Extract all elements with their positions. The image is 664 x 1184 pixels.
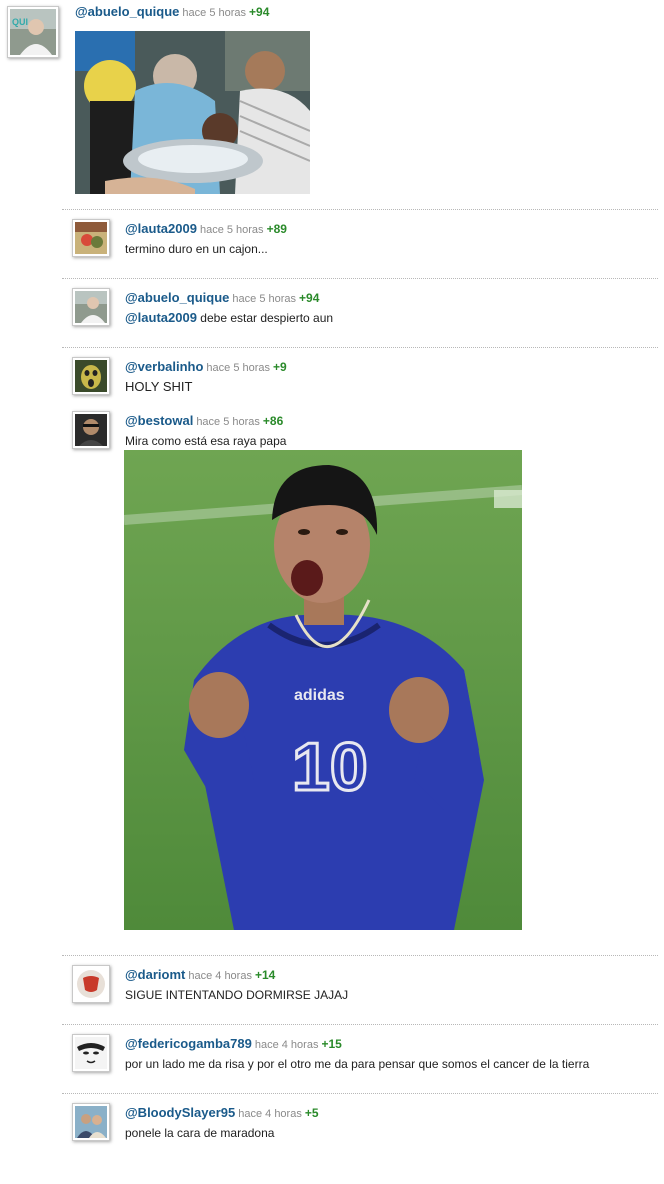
timestamp: hace 5 horas [232,293,297,305]
comment-text: debe estar despierto aun [200,311,334,325]
jersey-number-text: 10 [292,729,368,805]
score-badge: +89 [266,222,287,236]
comment-text: por un lado me da risa y por el otro me … [125,1057,590,1071]
divider [62,955,658,956]
mask-face-avatar-icon [75,1037,107,1069]
avatar[interactable] [72,288,110,326]
man-avatar-icon [75,414,107,446]
comment-header: @BloodySlayer95 hace 4 horas +5 [125,1105,319,1122]
username-link[interactable]: @lauta2009 [125,221,197,236]
comment-text: SIGUE INTENTANDO DORMIRSE JAJAJ [125,988,349,1002]
divider [62,1093,658,1094]
screaming-face-avatar-icon [75,360,107,392]
score-badge: +94 [299,291,320,305]
username-link[interactable]: @abuelo_quique [75,4,179,19]
score-badge: +94 [249,5,270,19]
avatar[interactable]: QUI [7,6,59,58]
timestamp: hace 4 horas [188,970,252,982]
comment-header: @lauta2009 hace 5 horas +89 [125,221,287,238]
couple-avatar-icon [75,1106,107,1138]
score-badge: +9 [273,360,287,374]
comment-text: termino duro en un cajon... [125,242,268,256]
mention-link[interactable]: @lauta2009 [125,310,197,325]
avatar[interactable] [72,1103,110,1141]
comment-text: HOLY SHIT [125,379,193,394]
divider [62,347,658,348]
jersey-brand-text: adidas [294,687,345,704]
timestamp: hace 5 horas [206,362,271,374]
avatar[interactable] [72,411,110,449]
timestamp: hace 4 horas [254,1039,319,1051]
divider [62,209,658,210]
score-badge: +5 [304,1106,319,1120]
avatar[interactable] [72,1034,110,1072]
timestamp: hace 4 horas [238,1108,302,1120]
comment-header: @abuelo_quique hace 5 horas +94 [125,290,319,307]
divider [62,278,658,279]
divider [62,1024,658,1025]
comment-text: ponele la cara de maradona [125,1126,275,1140]
comment-header: @dariomt hace 4 horas +14 [125,967,275,984]
attached-image[interactable] [75,31,310,194]
avatar[interactable] [72,965,110,1003]
score-badge: +14 [254,968,276,982]
timestamp: hace 5 horas [196,416,260,428]
comment-header: @abuelo_quique hace 5 horas +94 [75,4,269,21]
avatar[interactable] [72,357,110,395]
svg-text:QUI: QUI [12,17,28,27]
ball-face-avatar-icon [75,968,107,1000]
old-man-avatar-icon: QUI [10,9,56,55]
username-link[interactable]: @verbalinho [125,359,203,374]
football-player-photo: adidas 10 [124,450,522,930]
avatar[interactable] [72,219,110,257]
comment-header: @federicogamba789 hace 4 horas +15 [125,1036,342,1053]
username-link[interactable]: @federicogamba789 [125,1036,252,1051]
timestamp: hace 5 horas [199,224,264,236]
score-badge: +15 [321,1037,342,1051]
username-link[interactable]: @BloodySlayer95 [125,1105,235,1120]
comment-header: @verbalinho hace 5 horas +9 [125,359,287,376]
comment-text: Mira como está esa raya papa [125,434,287,448]
score-badge: +86 [262,414,284,428]
crowd-photo [75,31,310,194]
cartoon-avatar-icon [75,222,107,254]
comment-text-line: @lauta2009 debe estar despierto aun [125,310,333,326]
old-man-avatar-icon [75,291,107,323]
timestamp: hace 5 horas [182,7,247,19]
username-link[interactable]: @bestowal [125,413,193,428]
username-link[interactable]: @abuelo_quique [125,290,229,305]
username-link[interactable]: @dariomt [125,967,185,982]
attached-image[interactable]: adidas 10 [124,450,522,930]
comment-header: @bestowal hace 5 horas +86 [125,413,283,430]
